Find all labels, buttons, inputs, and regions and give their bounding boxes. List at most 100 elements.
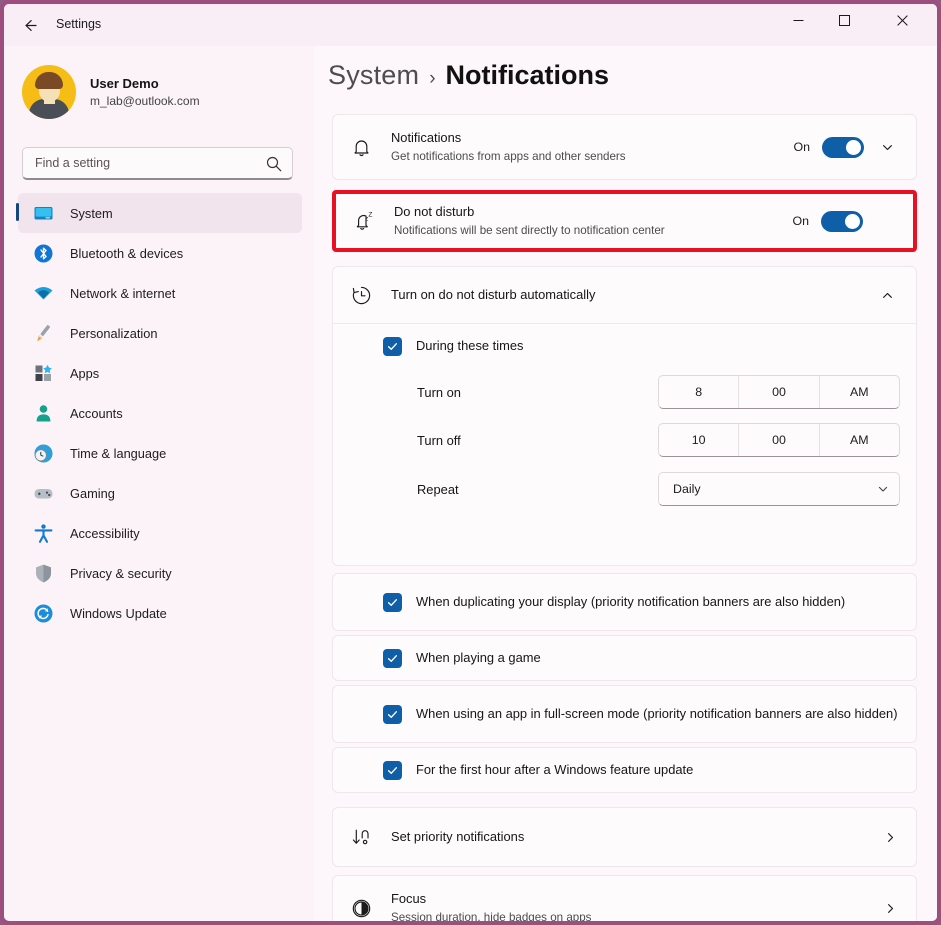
toggle-state-label: On bbox=[792, 214, 809, 228]
sidebar-item-label: Time & language bbox=[70, 445, 167, 461]
sidebar-item-bluetooth-devices[interactable]: Bluetooth & devices bbox=[18, 233, 302, 273]
condition-row-full-screen[interactable]: When using an app in full-screen mode (p… bbox=[332, 685, 917, 743]
maximize-icon bbox=[838, 14, 850, 26]
repeat-dropdown[interactable]: Daily bbox=[658, 472, 900, 506]
sidebar-item-label: Privacy & security bbox=[70, 565, 172, 581]
close-button[interactable] bbox=[879, 4, 925, 36]
main-content: System › Notifications Notifications Get… bbox=[314, 46, 937, 924]
focus-card[interactable]: Focus Session duration, hide badges on a… bbox=[332, 875, 917, 924]
notifications-toggle[interactable] bbox=[822, 136, 864, 158]
repeat-label: Repeat bbox=[417, 481, 459, 497]
sidebar-item-label: Bluetooth & devices bbox=[70, 245, 184, 261]
auto-section-header[interactable]: Turn on do not disturb automatically bbox=[333, 267, 916, 323]
sidebar: User Demo m_lab@outlook.com Find a setti… bbox=[4, 46, 314, 921]
search-icon bbox=[265, 155, 283, 173]
sidebar-item-label: Accounts bbox=[70, 405, 123, 421]
card-title: Do not disturb bbox=[394, 204, 475, 220]
breadcrumb-root[interactable]: System bbox=[328, 60, 419, 91]
turn-on-row: Turn on 8 00 AM bbox=[333, 368, 916, 416]
turn-off-meridiem[interactable]: AM bbox=[818, 424, 899, 456]
condition-row-playing-game[interactable]: When playing a game bbox=[332, 635, 917, 681]
minimize-button[interactable] bbox=[775, 4, 821, 36]
sidebar-item-time-language[interactable]: Time & language bbox=[18, 433, 302, 473]
do-not-disturb-card[interactable]: z Z Do not disturb Notifications will be… bbox=[332, 190, 917, 252]
card-subtitle: Session duration, hide badges on apps bbox=[391, 910, 592, 924]
user-profile[interactable]: User Demo m_lab@outlook.com bbox=[22, 62, 292, 122]
chevron-down-icon[interactable] bbox=[874, 134, 900, 160]
settings-window: Settings User Demo m_lab@outlook.com Fin… bbox=[0, 0, 941, 925]
checkbox-label: During these times bbox=[416, 337, 524, 353]
priority-notification-icon bbox=[349, 825, 373, 849]
sidebar-item-privacy-security[interactable]: Privacy & security bbox=[18, 553, 302, 593]
set-priority-notifications-card[interactable]: Set priority notifications bbox=[332, 807, 917, 867]
focus-icon bbox=[349, 896, 373, 920]
condition-checkbox[interactable] bbox=[383, 648, 402, 668]
sidebar-item-label: Network & internet bbox=[70, 285, 176, 301]
turn-on-time-picker[interactable]: 8 00 AM bbox=[658, 375, 900, 409]
condition-row-duplicating-display[interactable]: When duplicating your display (priority … bbox=[332, 573, 917, 631]
apps-icon bbox=[32, 362, 54, 384]
condition-label: When duplicating your display (priority … bbox=[416, 593, 846, 609]
paintbrush-icon bbox=[32, 322, 54, 344]
toggle-state-label: On bbox=[793, 140, 810, 154]
sidebar-item-accessibility[interactable]: Accessibility bbox=[18, 513, 302, 553]
navigation-list: System Bluetooth & devices Network & int… bbox=[16, 193, 302, 633]
during-these-times-row[interactable]: During these times bbox=[333, 324, 916, 368]
wifi-icon bbox=[32, 282, 54, 304]
sidebar-item-windows-update[interactable]: Windows Update bbox=[18, 593, 302, 633]
back-arrow-icon bbox=[24, 19, 37, 31]
repeat-row: Repeat Daily bbox=[333, 464, 916, 514]
back-button[interactable] bbox=[14, 9, 46, 41]
sidebar-item-gaming[interactable]: Gaming bbox=[18, 473, 302, 513]
gamepad-icon bbox=[32, 482, 54, 504]
bluetooth-icon bbox=[32, 242, 54, 264]
chevron-down-icon bbox=[877, 483, 889, 495]
search-input[interactable] bbox=[35, 156, 250, 170]
sidebar-item-apps[interactable]: Apps bbox=[18, 353, 302, 393]
app-title: Settings bbox=[56, 17, 102, 31]
card-title: Set priority notifications bbox=[391, 829, 525, 845]
condition-checkbox[interactable] bbox=[383, 592, 402, 612]
update-icon bbox=[32, 602, 54, 624]
page-title: Notifications bbox=[445, 60, 610, 90]
turn-off-time-picker[interactable]: 10 00 AM bbox=[658, 423, 900, 457]
title-bar: Settings bbox=[4, 4, 937, 46]
chevron-right-icon bbox=[880, 898, 900, 918]
bell-sleep-icon: z Z bbox=[352, 209, 376, 233]
profile-email: m_lab@outlook.com bbox=[90, 93, 200, 108]
turn-on-label: Turn on bbox=[417, 384, 461, 400]
sidebar-item-system[interactable]: System bbox=[16, 193, 302, 233]
do-not-disturb-toggle[interactable] bbox=[821, 210, 863, 232]
maximize-button[interactable] bbox=[821, 4, 867, 36]
condition-row-feature-update[interactable]: For the first hour after a Windows featu… bbox=[332, 747, 917, 793]
notifications-card[interactable]: Notifications Get notifications from app… bbox=[332, 114, 917, 180]
condition-label: For the first hour after a Windows featu… bbox=[416, 761, 694, 777]
condition-checkbox[interactable] bbox=[383, 704, 402, 724]
turn-on-minute[interactable]: 00 bbox=[738, 376, 818, 408]
turn-on-meridiem[interactable]: AM bbox=[818, 376, 899, 408]
sidebar-item-label: Personalization bbox=[70, 325, 158, 341]
sidebar-item-label: Accessibility bbox=[70, 525, 140, 541]
person-icon bbox=[32, 402, 54, 424]
chevron-up-icon[interactable] bbox=[874, 282, 900, 308]
condition-label: When using an app in full-screen mode (p… bbox=[416, 705, 898, 721]
breadcrumb: System › Notifications bbox=[328, 60, 609, 91]
sidebar-item-personalization[interactable]: Personalization bbox=[18, 313, 302, 353]
sidebar-item-label: Gaming bbox=[70, 485, 115, 501]
accessibility-icon bbox=[32, 522, 54, 544]
condition-label: When playing a game bbox=[416, 649, 541, 665]
turn-off-minute[interactable]: 00 bbox=[738, 424, 818, 456]
sidebar-item-network-internet[interactable]: Network & internet bbox=[18, 273, 302, 313]
card-title: Focus bbox=[391, 891, 427, 907]
search-box[interactable] bbox=[22, 147, 293, 180]
avatar bbox=[22, 65, 76, 119]
turn-off-row: Turn off 10 00 AM bbox=[333, 416, 916, 464]
close-icon bbox=[896, 14, 908, 26]
sidebar-item-accounts[interactable]: Accounts bbox=[18, 393, 302, 433]
sidebar-item-label: Apps bbox=[70, 365, 100, 381]
condition-checkbox[interactable] bbox=[383, 760, 402, 780]
during-these-times-checkbox[interactable] bbox=[383, 336, 402, 356]
turn-off-hour[interactable]: 10 bbox=[659, 424, 738, 456]
turn-on-automatically-section: Turn on do not disturb automatically Dur… bbox=[332, 266, 917, 566]
turn-on-hour[interactable]: 8 bbox=[659, 376, 738, 408]
